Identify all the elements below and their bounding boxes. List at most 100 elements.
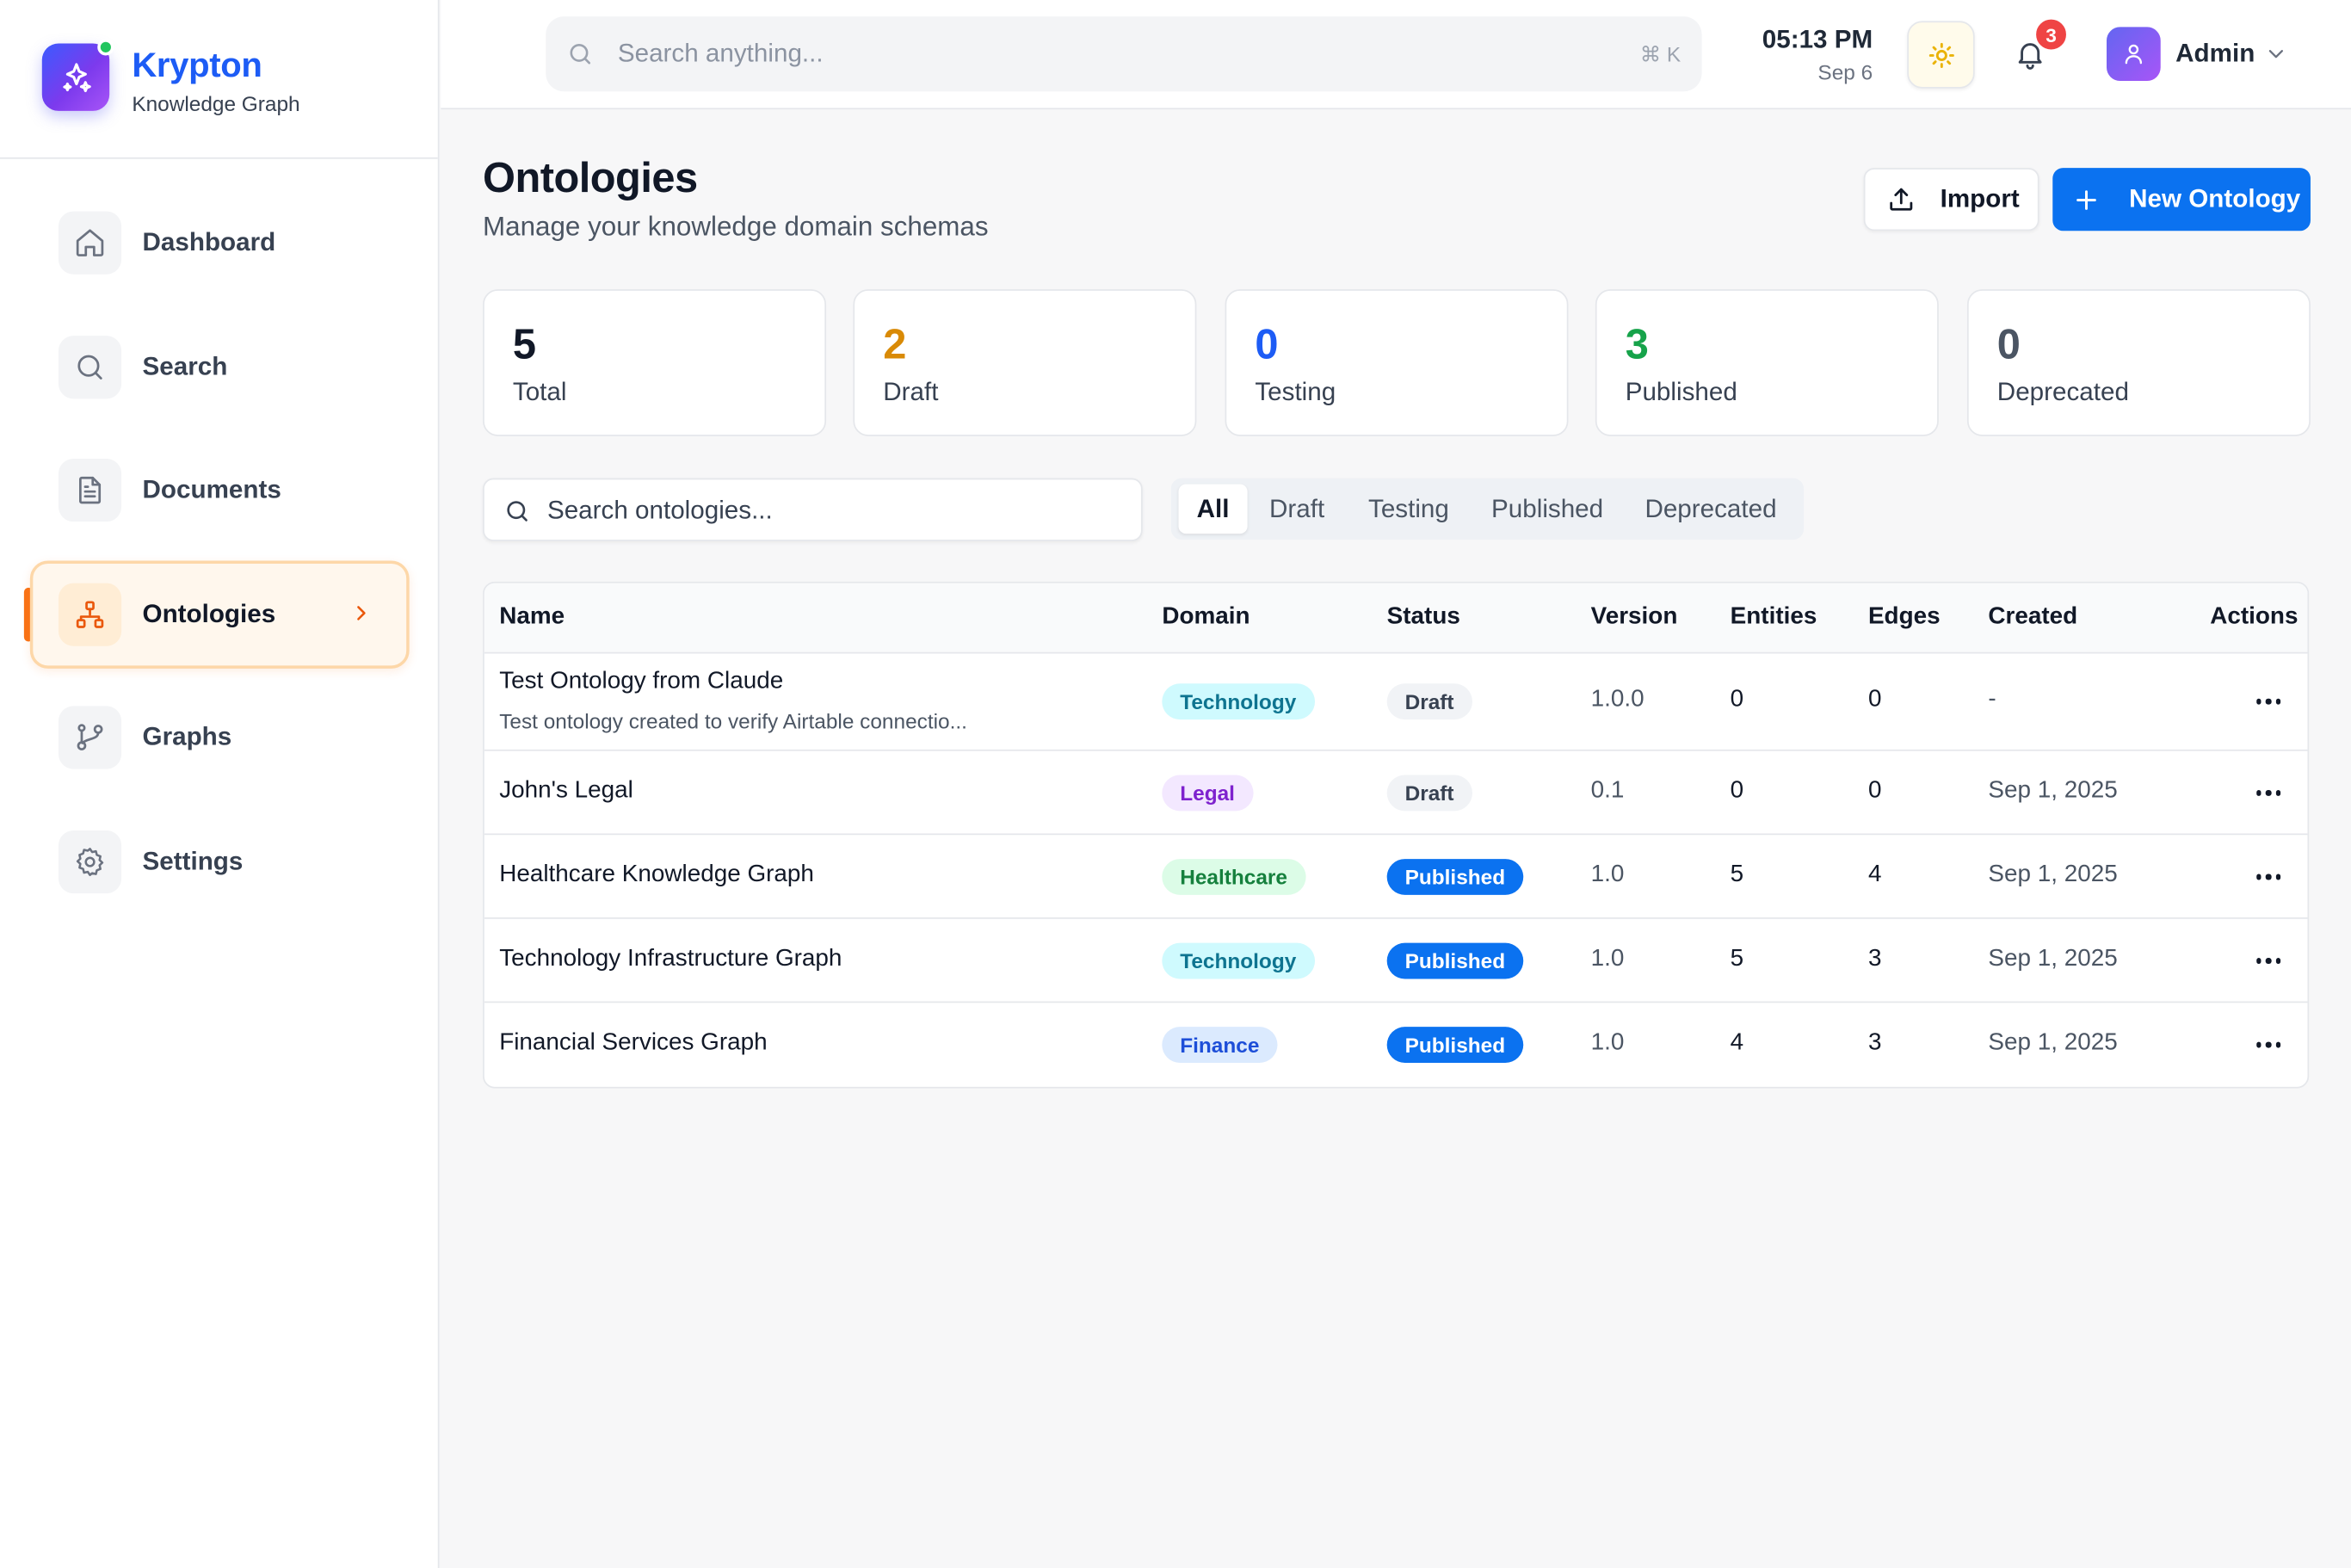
stat-card-testing: 0 Testing <box>1225 289 1569 436</box>
domain-badge: Technology <box>1162 942 1315 979</box>
status-badge: Draft <box>1386 775 1472 812</box>
entities-cell: 0 <box>1730 778 1744 804</box>
top-bar: Search anything... ⌘ K 05:13 PM Sep 6 3 … <box>441 0 2351 110</box>
tab-draft[interactable]: Draft <box>1254 485 1341 534</box>
sun-icon <box>1928 42 1953 68</box>
online-status-dot <box>97 39 114 56</box>
ontology-name: Test Ontology from Claude <box>499 668 784 694</box>
version-cell: 1.0.0 <box>1590 686 1644 713</box>
entities-cell: 5 <box>1730 946 1744 972</box>
column-header-domain[interactable]: Domain <box>1162 604 1250 631</box>
table-row[interactable]: Test Ontology from Claude Test ontology c… <box>484 653 2308 751</box>
notification-count-badge: 3 <box>2033 16 2070 52</box>
import-button[interactable]: Import <box>1863 168 2039 231</box>
global-search-input[interactable]: Search anything... ⌘ K <box>546 16 1702 92</box>
stat-value: 5 <box>512 320 537 367</box>
sidebar-item-documents[interactable]: Documents <box>30 438 410 543</box>
ontology-name: Financial Services Graph <box>499 1029 768 1056</box>
stat-value: 2 <box>883 320 907 367</box>
tab-deprecated[interactable]: Deprecated <box>1624 485 1798 534</box>
search-icon <box>58 336 122 399</box>
ontology-name: John's Legal <box>499 778 633 804</box>
row-actions-button[interactable] <box>2254 781 2284 806</box>
ontology-search-input[interactable]: Search ontologies... <box>483 478 1143 541</box>
edges-cell: 3 <box>1867 1029 1882 1056</box>
import-button-label: Import <box>1940 184 2020 213</box>
tab-testing[interactable]: Testing <box>1347 485 1472 534</box>
table-row[interactable]: Healthcare Knowledge Graph Healthcare Publ… <box>484 835 2308 919</box>
brand-subtitle: Knowledge Graph <box>132 91 300 116</box>
column-header-actions: Actions <box>2210 603 2299 630</box>
column-header-created[interactable]: Created <box>1988 604 2077 631</box>
brand-header: Krypton Knowledge Graph <box>0 0 438 159</box>
stat-label: Total <box>512 377 567 407</box>
sidebar-item-settings[interactable]: Settings <box>30 810 410 915</box>
chevron-down-icon[interactable] <box>2264 42 2288 66</box>
stat-label: Deprecated <box>1996 377 2129 407</box>
column-header-status[interactable]: Status <box>1387 604 1460 631</box>
column-header-entities[interactable]: Entities <box>1731 604 1817 631</box>
table-row[interactable]: Financial Services Graph Finance Published… <box>484 1003 2308 1087</box>
sidebar-item-label: Ontologies <box>142 599 276 628</box>
stat-value: 0 <box>1996 320 2021 367</box>
new-ontology-button[interactable]: New Ontology <box>2052 168 2311 231</box>
stat-label: Draft <box>883 377 939 407</box>
user-menu-name[interactable]: Admin <box>2175 39 2255 69</box>
column-header-name[interactable]: Name <box>499 604 565 631</box>
sidebar-item-label: Dashboard <box>142 227 276 256</box>
created-cell: Sep 1, 2025 <box>1988 946 2118 972</box>
more-horizontal-icon <box>2255 958 2281 964</box>
ontology-search-placeholder: Search ontologies... <box>546 496 773 525</box>
domain-badge: Legal <box>1162 775 1253 812</box>
version-cell: 0.1 <box>1590 778 1625 804</box>
sidebar-item-graphs[interactable]: Graphs <box>30 685 410 790</box>
sidebar-item-dashboard[interactable]: Dashboard <box>30 190 410 295</box>
avatar[interactable] <box>2107 27 2161 82</box>
table-row[interactable]: John's Legal Legal Draft 0.1 0 0 Sep 1, 2025 <box>484 751 2308 836</box>
document-icon <box>58 459 122 522</box>
user-icon <box>2125 44 2143 65</box>
table-row[interactable]: Technology Infrastructure Graph Technolog… <box>484 919 2308 1003</box>
sidebar-item-label: Graphs <box>142 722 232 751</box>
clock-date: Sep 6 <box>1817 59 1873 84</box>
version-cell: 1.0 <box>1590 861 1625 888</box>
sidebar-item-label: Search <box>142 352 228 381</box>
upload-icon <box>1886 184 1916 214</box>
entities-cell: 4 <box>1730 1029 1744 1056</box>
sidebar-item-label: Settings <box>142 847 244 876</box>
new-ontology-button-label: New Ontology <box>2129 184 2301 213</box>
more-horizontal-icon <box>2255 1042 2281 1048</box>
row-actions-button[interactable] <box>2254 689 2284 713</box>
hierarchy-icon <box>58 583 122 646</box>
edges-cell: 4 <box>1867 861 1882 888</box>
git-branch-icon <box>58 706 122 769</box>
sidebar-item-ontologies[interactable]: Ontologies <box>29 560 410 669</box>
edges-cell: 0 <box>1867 778 1882 804</box>
row-actions-button[interactable] <box>2254 1033 2284 1057</box>
tab-published[interactable]: Published <box>1477 485 1618 534</box>
table-header: Name Domain Status Version Entities Edge… <box>484 583 2308 654</box>
ontologies-table: Name Domain Status Version Entities Edge… <box>483 581 2310 1089</box>
column-header-version[interactable]: Version <box>1591 604 1678 631</box>
sparkles-icon <box>62 62 90 92</box>
brand-logo[interactable] <box>41 39 114 111</box>
sidebar-item-search[interactable]: Search <box>30 315 410 420</box>
domain-badge: Technology <box>1162 683 1315 720</box>
more-horizontal-icon <box>2255 874 2281 880</box>
status-badge: Published <box>1386 1027 1524 1063</box>
stat-card-published: 3 Published <box>1595 289 1939 436</box>
page-subtitle: Manage your knowledge domain schemas <box>483 211 989 242</box>
created-cell: Sep 1, 2025 <box>1988 1029 2118 1056</box>
column-header-edges[interactable]: Edges <box>1868 604 1941 631</box>
brand-name: Krypton <box>132 45 262 84</box>
tab-all[interactable]: All <box>1178 484 1248 534</box>
stat-value: 3 <box>1625 320 1649 367</box>
row-actions-button[interactable] <box>2254 865 2284 889</box>
created-cell: Sep 1, 2025 <box>1988 778 2118 804</box>
theme-toggle-button[interactable] <box>1907 21 1975 89</box>
row-actions-button[interactable] <box>2254 949 2284 973</box>
ontology-description: Test ontology created to verify Airtable… <box>499 708 967 733</box>
status-badge: Published <box>1386 942 1524 979</box>
clock-time: 05:13 PM <box>1762 25 1873 54</box>
created-cell: - <box>1988 686 1996 713</box>
